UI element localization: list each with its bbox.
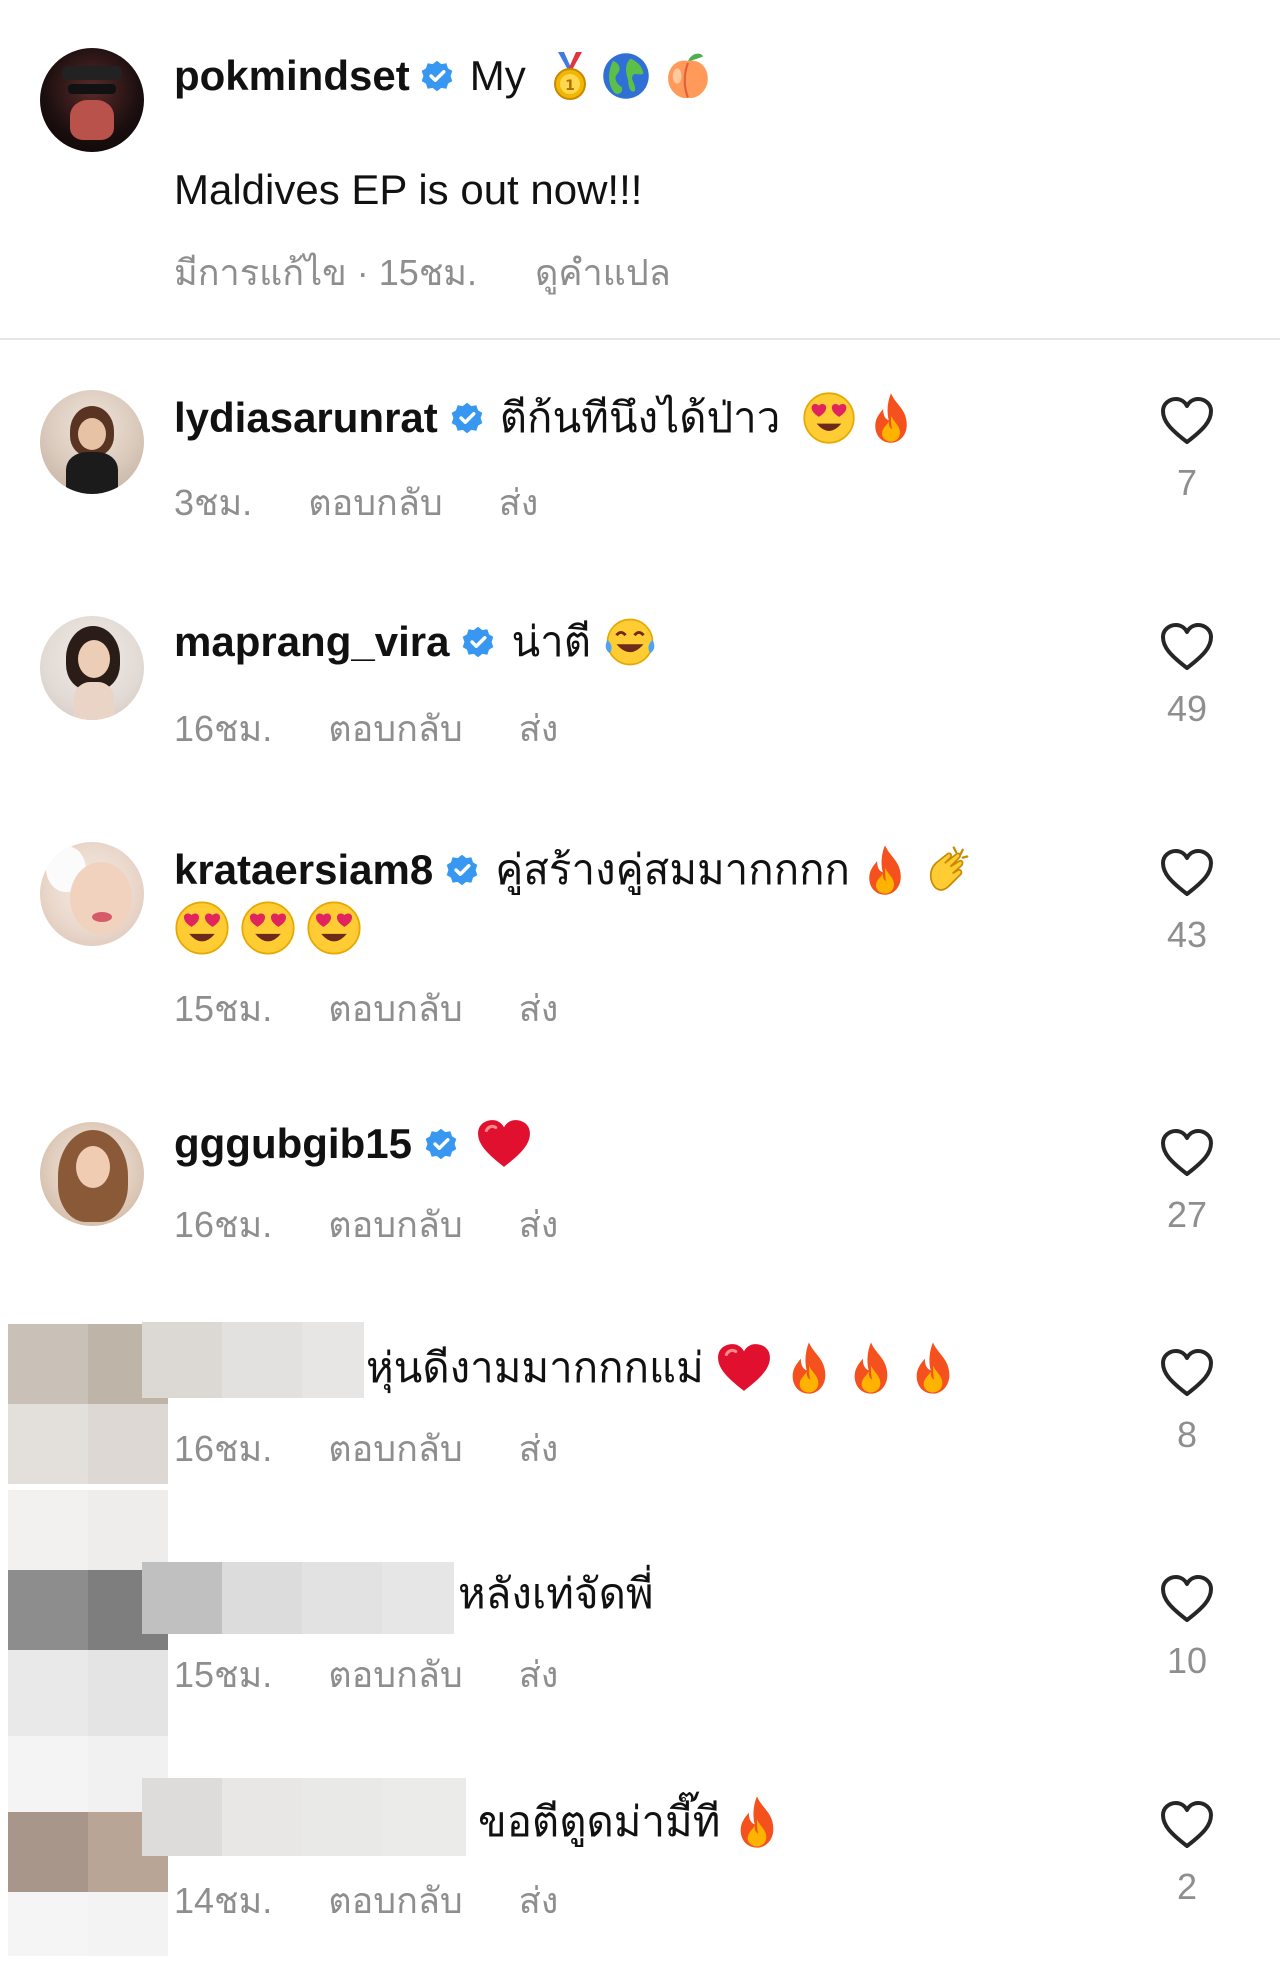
like-heart-icon[interactable] (1160, 1348, 1214, 1398)
comment-meta: 16ชม. ตอบกลับ ส่ง (174, 700, 558, 757)
reply-button[interactable]: ตอบกลับ (328, 1420, 463, 1477)
send-button[interactable]: ส่ง (519, 700, 559, 757)
comment-line: หุ่นดีงามมากกกแม่ (366, 1336, 958, 1400)
comment-time: 14ชม. (174, 1880, 273, 1921)
like-heart-icon[interactable] (1160, 396, 1214, 446)
reply-button[interactable]: ตอบกลับ (328, 1646, 463, 1703)
verified-badge-icon (461, 625, 495, 659)
comment-avatar[interactable] (40, 842, 144, 946)
like-heart-icon[interactable] (1160, 1128, 1214, 1178)
like-heart-icon[interactable] (1160, 622, 1214, 672)
comment-line: gggubgib15 (174, 1112, 532, 1176)
send-button[interactable]: ส่ง (519, 1196, 559, 1253)
blurred-username (142, 1778, 466, 1856)
see-translation-link[interactable]: ดูคำแปล (535, 244, 671, 301)
verified-badge-icon (450, 401, 484, 435)
comment-text: หลังเท่จัดพี่ (458, 1570, 654, 1617)
post-meta: มีการแก้ไข · 15ชม. ดูคำแปล (174, 244, 671, 301)
comment-line: ขอตีตูดม่ามี๊ที (478, 1790, 782, 1854)
post-divider (0, 338, 1280, 340)
comment-meta: 15ชม. ตอบกลับ ส่ง (174, 980, 558, 1037)
comment-text: ขอตีตูดม่ามี๊ที (478, 1798, 721, 1845)
post-caption: Maldives EP is out now!!! (174, 166, 643, 213)
like-count: 27 (1166, 1194, 1208, 1235)
like-heart-icon[interactable] (1160, 848, 1214, 898)
verified-badge-icon (424, 1127, 458, 1161)
send-button[interactable]: ส่ง (519, 1872, 559, 1929)
comment-line: krataersiam8 คู่สร้างคู่สมมากกกก (174, 838, 974, 902)
fire-icon (784, 1340, 834, 1396)
comment-text: หุ่นดีงามมากกกแม่ (366, 1344, 704, 1391)
comment-avatar[interactable] (40, 390, 144, 494)
heart-eyes-icon (240, 900, 296, 956)
verified-badge-icon (445, 853, 479, 887)
comment-line: maprang_vira น่าตี (174, 610, 657, 674)
comment-text: คู่สร้างคู่สมมากกกก (495, 846, 850, 893)
comment-avatar[interactable] (40, 1122, 144, 1226)
reply-button[interactable]: ตอบกลับ (328, 700, 463, 757)
like-count: 7 (1176, 462, 1198, 503)
fire-icon (908, 1340, 958, 1396)
send-button[interactable]: ส่ง (519, 980, 559, 1037)
verified-badge-icon (420, 59, 454, 93)
comment-meta: 14ชม. ตอบกลับ ส่ง (174, 1872, 558, 1929)
comment-username[interactable]: lydiasarunrat (174, 394, 438, 442)
fire-icon (732, 1794, 782, 1850)
post-bio-prefix: My (469, 52, 526, 99)
comment-username[interactable]: gggubgib15 (174, 1120, 412, 1168)
like-count: 2 (1176, 1866, 1198, 1907)
globe-icon (600, 50, 652, 102)
like-heart-icon[interactable] (1160, 1574, 1214, 1624)
post-author-avatar[interactable] (40, 48, 144, 152)
comment-meta: 3ชม. ตอบกลับ ส่ง (174, 474, 538, 531)
like-count: 10 (1166, 1640, 1208, 1681)
comment-meta: 16ชม. ตอบกลับ ส่ง (174, 1420, 558, 1477)
comment-text: ตีก้นทีนึงได้ป่าว (499, 394, 781, 441)
comment-emoji-line (174, 898, 362, 958)
like-heart-icon[interactable] (1160, 1800, 1214, 1850)
comment-username[interactable]: krataersiam8 (174, 846, 433, 894)
comment-time: 16ชม. (174, 1428, 273, 1469)
comment-text: น่าตี (511, 618, 592, 665)
red-heart-icon (476, 1117, 532, 1171)
comment-username[interactable]: maprang_vira (174, 618, 449, 666)
reply-button[interactable]: ตอบกลับ (308, 474, 443, 531)
reply-button[interactable]: ตอบกลับ (328, 1872, 463, 1929)
comment-time: 15ชม. (174, 1654, 273, 1695)
laughing-tears-icon (603, 615, 657, 669)
fire-icon (846, 1340, 896, 1396)
reply-button[interactable]: ตอบกลับ (328, 1196, 463, 1253)
comment-time: 16ชม. (174, 1204, 273, 1245)
comment-meta: 16ชม. ตอบกลับ ส่ง (174, 1196, 558, 1253)
comment-line: lydiasarunrat ตีก้นทีนึงได้ป่าว (174, 386, 914, 450)
like-count: 49 (1166, 688, 1208, 729)
fire-icon (862, 843, 908, 897)
post-author-username[interactable]: pokmindset (174, 52, 410, 100)
comment-time: 15ชม. (174, 988, 273, 1029)
comment-time: 16ชม. (174, 708, 273, 749)
blurred-username (142, 1562, 454, 1634)
medal-icon (550, 50, 590, 102)
post-edited-time: มีการแก้ไข · 15ชม. (174, 252, 477, 293)
fire-icon (868, 391, 914, 445)
clapping-hands-icon (920, 843, 974, 897)
heart-eyes-icon (306, 900, 362, 956)
send-button[interactable]: ส่ง (519, 1646, 559, 1703)
peach-icon (662, 50, 714, 102)
post-header-line: pokmindset My (174, 46, 714, 106)
red-heart-icon (716, 1341, 772, 1395)
comment-time: 3ชม. (174, 482, 253, 523)
send-button[interactable]: ส่ง (499, 474, 539, 531)
like-count: 43 (1166, 914, 1208, 955)
reply-button[interactable]: ตอบกลับ (328, 980, 463, 1037)
blurred-username (142, 1322, 364, 1398)
comment-line: หลังเท่จัดพี่ (458, 1562, 654, 1626)
like-count: 8 (1176, 1414, 1198, 1455)
comment-meta: 15ชม. ตอบกลับ ส่ง (174, 1646, 558, 1703)
heart-eyes-icon (802, 391, 856, 445)
comment-avatar[interactable] (40, 616, 144, 720)
heart-eyes-icon (174, 900, 230, 956)
send-button[interactable]: ส่ง (519, 1420, 559, 1477)
